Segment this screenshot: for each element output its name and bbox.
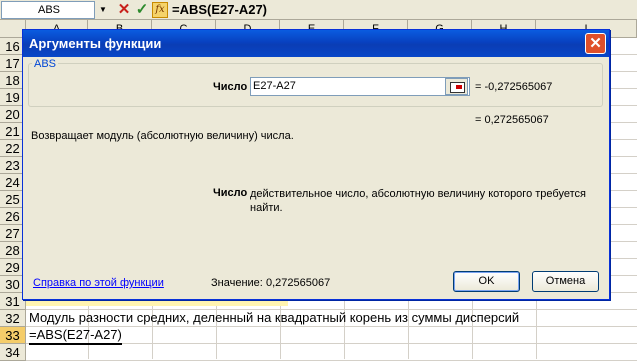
close-icon[interactable]: ✕ <box>585 33 606 54</box>
function-name-legend: ABS <box>32 58 59 70</box>
number-argument-input[interactable]: E27-A27 <box>250 77 470 96</box>
help-link[interactable]: Справка по этой функции <box>33 277 164 289</box>
ok-button[interactable]: OK <box>453 271 520 292</box>
collapse-dialog-icon[interactable] <box>445 78 468 95</box>
cell-a32-text[interactable]: Модуль разности средних, деленный на ква… <box>29 309 519 326</box>
argument-label: Число <box>213 81 248 93</box>
cell-a33-editing[interactable]: =ABS(E27-A27) <box>29 326 122 345</box>
value-label: Значение: <box>211 277 263 289</box>
dialog-title[interactable]: Аргументы функции <box>23 30 609 57</box>
name-box-dropdown-icon[interactable]: ▼ <box>96 1 110 19</box>
function-description: Возвращает модуль (абсолютную величину) … <box>31 130 294 142</box>
enter-entry-icon[interactable]: ✓ <box>134 1 150 19</box>
formula-result: = 0,272565067 <box>475 114 549 126</box>
function-arguments-dialog: Аргументы функции ✕ ABS Число E27-A27 = … <box>22 29 610 300</box>
value-result: 0,272565067 <box>266 277 331 289</box>
argument-help-text: действительное число, абсолютную величин… <box>250 188 586 214</box>
row-header[interactable]: 33 <box>0 327 26 344</box>
formula-input[interactable]: =ABS(E27-A27) <box>172 1 267 19</box>
cancel-entry-icon[interactable]: ✕ <box>116 1 132 19</box>
row-header[interactable]: 32 <box>0 310 26 327</box>
insert-function-icon[interactable]: fx <box>152 2 168 18</box>
cancel-button[interactable]: Отмена <box>532 271 599 292</box>
argument-help-label: Число <box>213 187 248 199</box>
formula-bar: ABS ▼ ✕ ✓ fx =ABS(E27-A27) <box>0 0 637 20</box>
name-box[interactable]: ABS <box>1 1 95 19</box>
argument-value: = -0,272565067 <box>475 81 553 93</box>
row-header[interactable]: 34 <box>0 344 26 361</box>
